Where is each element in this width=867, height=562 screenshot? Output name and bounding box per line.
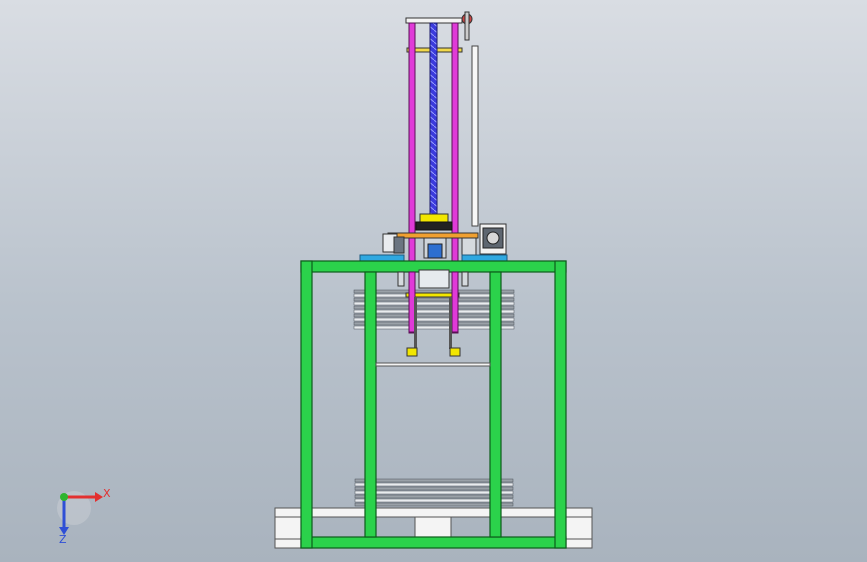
sheet-layer	[354, 486, 514, 491]
blue-base-left	[359, 254, 405, 262]
sheet-layer	[354, 482, 514, 487]
sheet-layer	[354, 498, 514, 503]
held-sheet	[375, 362, 491, 367]
lead-screw	[429, 22, 438, 224]
frame-left-post	[300, 260, 313, 549]
frame-right-post	[554, 260, 567, 549]
frame-inner-right-post	[489, 271, 502, 538]
side-pipe	[471, 45, 479, 227]
carriage-assembly	[359, 213, 508, 262]
sheet-layer	[354, 478, 514, 483]
screw-nut	[419, 213, 449, 223]
z-axis-label: Z	[59, 533, 67, 546]
top-cap-plate	[405, 17, 463, 24]
sheet-layer	[354, 490, 514, 495]
sheet-layer	[354, 494, 514, 499]
blue-base-right	[461, 254, 508, 262]
suction-cup-right	[449, 347, 461, 357]
axis-triad: X Z	[57, 487, 111, 546]
x-axis-label: X	[103, 487, 111, 500]
suction-cup-left	[406, 347, 418, 357]
cad-viewport[interactable]: X Z	[0, 0, 867, 562]
frame-inner-left-post	[364, 271, 377, 538]
frame-bottom-beam	[300, 536, 567, 549]
lower-sheet-stack	[354, 478, 514, 507]
sheet-layer	[354, 502, 514, 507]
machine-drawing: X Z	[57, 11, 593, 549]
